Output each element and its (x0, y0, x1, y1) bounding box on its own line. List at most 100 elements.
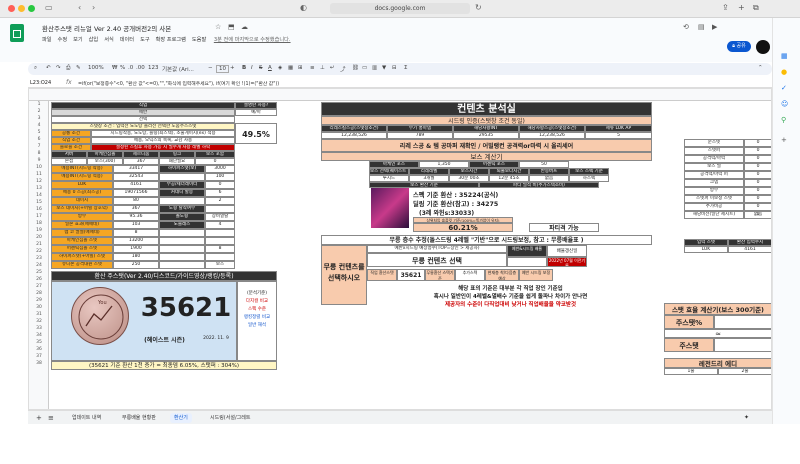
stat-row-value2[interactable] (205, 237, 235, 245)
stat-row-value2[interactable]: 2 (205, 197, 235, 205)
row-number[interactable]: 6 (29, 137, 49, 142)
all-sheets-icon[interactable]: ≡ (44, 413, 58, 423)
doc-title[interactable]: 환산주스탯 리뉴얼 Ver 2.40 공개버전2의 사본 (42, 23, 171, 33)
note-ranking[interactable]: 랭킹정렬 비교 (238, 314, 276, 322)
row-number[interactable]: 10 (29, 165, 49, 170)
row-number[interactable]: 8 (29, 151, 49, 156)
tasks-icon[interactable]: ✓ (781, 84, 787, 92)
undo-icon[interactable]: ↶ (46, 65, 51, 71)
right-stat-value[interactable]: 0 (744, 203, 771, 211)
font-size-increase-icon[interactable]: + (230, 65, 235, 71)
stat-row-value2[interactable] (205, 205, 235, 213)
sidebar-toggle-icon[interactable]: ▭ (45, 3, 53, 12)
italic-button[interactable]: I (251, 65, 253, 71)
chart-icon[interactable]: ▥ (372, 65, 377, 71)
row-number[interactable]: 1 (29, 102, 49, 107)
menu-view[interactable]: 보기 (73, 37, 83, 43)
right-stat-value[interactable]: 0 (744, 187, 771, 195)
font-size-input[interactable]: 10 (216, 65, 229, 73)
boss-setting-value[interactable]: 30분 00초 (449, 175, 489, 182)
comment-icon[interactable]: ▤ (698, 23, 705, 31)
maps-icon[interactable]: ⚲ (781, 116, 786, 124)
merge-icon[interactable]: ⊞ (298, 65, 303, 71)
back-icon[interactable]: ‹ (78, 3, 81, 12)
menu-help[interactable]: 도움말 (192, 37, 206, 43)
row-number[interactable]: 29 (29, 298, 49, 303)
job-select-hint[interactable]: 선택 (51, 116, 235, 123)
calendar-icon[interactable]: ▦ (781, 52, 788, 60)
right-stat-value[interactable]: 0 (744, 171, 771, 179)
row-number[interactable]: 2 (29, 109, 49, 114)
tab-update-history[interactable]: 업데이트 내역 (68, 413, 105, 423)
row-number[interactable]: 35 (29, 340, 49, 345)
stat-row-value2[interactable] (205, 253, 235, 261)
seedring-col-value[interactable]: 12,238,526 (519, 132, 585, 139)
functions-icon[interactable]: Σ (404, 65, 407, 71)
keep-icon[interactable]: ● (781, 68, 787, 76)
efficiency-input-1[interactable] (714, 315, 771, 329)
row-number[interactable]: 30 (29, 305, 49, 310)
job-select[interactable]: 에반 (51, 109, 235, 116)
row-number[interactable]: 24 (29, 263, 49, 268)
stat-row-value2[interactable]: 장비열탈 (205, 213, 235, 221)
note-general[interactable]: 일반 해석 (238, 322, 276, 330)
row-number[interactable]: 33 (29, 326, 49, 331)
tab-overview-icon[interactable]: ⧉ (753, 3, 759, 13)
row-number[interactable]: 17 (29, 214, 49, 219)
stat-row-value[interactable]: 80 (113, 197, 159, 205)
mureung-estimate-title[interactable]: 무릉 층수 추정(돌스드링 4레벨 "기반"으로 시드링보정, 참고 : 무릉배… (321, 235, 652, 245)
row-number[interactable]: 9 (29, 158, 49, 163)
row-number[interactable]: 14 (29, 193, 49, 198)
desc-use-select[interactable]: 예/아 (235, 109, 277, 116)
stat-row-value[interactable]: 8 (113, 229, 159, 237)
stat-row-value2[interactable] (205, 229, 235, 237)
wrap-icon[interactable]: ↵ (330, 65, 335, 71)
menu-format[interactable]: 서식 (104, 37, 114, 43)
stat-row-value[interactable]: 4161 (113, 181, 159, 189)
search-icon[interactable]: ⌕ (34, 65, 37, 72)
link-icon[interactable]: ⛓ (352, 65, 359, 71)
redo-icon[interactable]: ↷ (56, 65, 61, 71)
meet-icon[interactable]: ▶ (712, 23, 717, 31)
main-stat-title[interactable]: 환산 주스탯(Ver 2.40/디스코드/가이드영상/랭킹/등록) (51, 271, 277, 281)
history-icon[interactable]: ⟲ (683, 23, 689, 31)
star-icon[interactable]: ☆ (215, 23, 221, 31)
row-number[interactable]: 16 (29, 207, 49, 212)
link-select[interactable]: 왜단필요 (159, 158, 195, 165)
stat-row-value[interactable]: 367 (113, 205, 159, 213)
row-number[interactable]: 23 (29, 256, 49, 261)
forward-icon[interactable]: › (92, 3, 95, 12)
mureung-choice[interactable]: 무릉 컨텐츠 선택 (367, 253, 507, 267)
menu-file[interactable]: 파일 (42, 37, 52, 43)
menu-tools[interactable]: 도구 (140, 37, 150, 43)
font-select[interactable]: 기본값 (Ari... (162, 65, 194, 73)
right-stat-value[interactable]: 0 (744, 179, 771, 187)
move-icon[interactable]: ⬒ (228, 23, 235, 31)
boss-setting-value[interactable]: 없음 (529, 175, 569, 182)
mureung-row-cell[interactable]: 추가스텍 (455, 269, 485, 281)
tab-seedring[interactable]: 시드링(서설/그레트 (206, 413, 254, 423)
boss-include-value[interactable]: 0 (195, 158, 235, 165)
row-number[interactable]: 12 (29, 179, 49, 184)
note-spec[interactable]: 스펙 수준 (238, 306, 276, 314)
filter-icon[interactable]: ▼ (382, 65, 386, 71)
server-select[interactable]: 본섭 (51, 158, 87, 165)
new-tab-icon[interactable]: + (738, 3, 745, 12)
row-number[interactable]: 36 (29, 347, 49, 352)
stat-row-value2[interactable]: 6 (205, 189, 235, 197)
cernium-value[interactable]: 367 (123, 158, 159, 165)
text-color-button[interactable]: A (268, 65, 272, 71)
menu-extensions[interactable]: 확장 프로그램 (156, 37, 186, 43)
stat-row-value2[interactable]: 보스 (205, 261, 235, 269)
stat-row-value2[interactable]: 3000 (205, 165, 235, 173)
row-number[interactable]: 13 (29, 186, 49, 191)
row-number[interactable]: 28 (29, 291, 49, 296)
stat-row-value[interactable]: 32543 (113, 173, 159, 181)
stat-row-value2[interactable]: 4 (205, 221, 235, 229)
number-format-select[interactable]: 123 (148, 65, 159, 71)
currency-format-button[interactable]: ₩ (112, 65, 117, 71)
stat-row-value[interactable]: 33417 (113, 165, 159, 173)
row-number[interactable]: 4 (29, 123, 49, 128)
share-button[interactable]: 🔒︎ 공유 (727, 41, 751, 52)
row-number[interactable]: 38 (29, 361, 49, 366)
